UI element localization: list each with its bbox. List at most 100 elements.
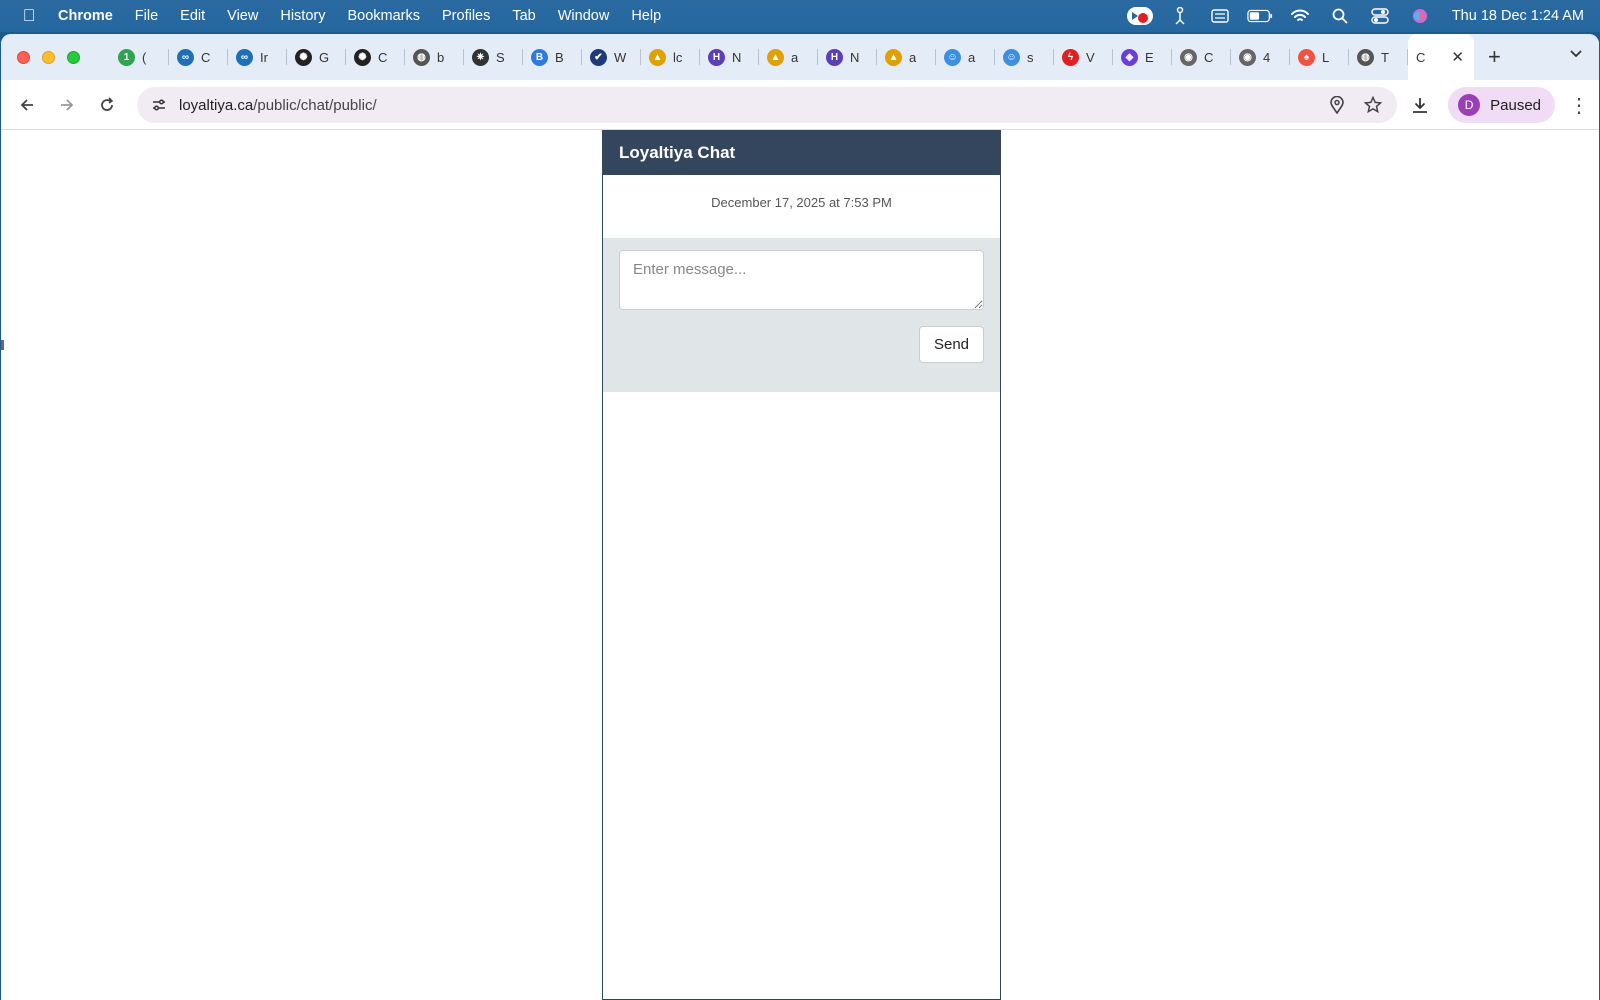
reload-button[interactable] bbox=[93, 91, 121, 119]
download-icon[interactable] bbox=[1406, 91, 1434, 119]
page-content: Loyaltiya Chat December 17, 2025 at 7:53… bbox=[1, 130, 1599, 1000]
tab-title: S bbox=[496, 49, 505, 65]
menu-tab[interactable]: Tab bbox=[512, 8, 535, 24]
tab-0[interactable]: 1( bbox=[110, 34, 169, 80]
tab-title: V bbox=[1086, 49, 1095, 65]
url-text[interactable]: loyaltiya.ca/public/chat/public/ bbox=[179, 97, 377, 114]
tab-10[interactable]: HN bbox=[700, 34, 759, 80]
tab-11[interactable]: ▲ a bbox=[759, 34, 818, 80]
globe-icon: ◍ bbox=[1357, 48, 1374, 66]
apple-icon[interactable]:  bbox=[0, 6, 58, 26]
chat-title: Loyaltiya Chat bbox=[619, 142, 736, 162]
menu-help[interactable]: Help bbox=[631, 8, 661, 24]
pma-icon: ▲ bbox=[767, 48, 784, 66]
control-center-icon[interactable] bbox=[1367, 7, 1393, 25]
tab-title: G bbox=[319, 49, 330, 65]
new-tab-button[interactable]: + bbox=[1488, 44, 1501, 70]
tab-active[interactable]: C ✕ bbox=[1408, 34, 1474, 80]
window-controls bbox=[17, 50, 92, 64]
gray-ghost-icon: ◉ bbox=[1180, 48, 1197, 66]
record-icon[interactable] bbox=[1126, 7, 1153, 25]
menu-app-name[interactable]: Chrome bbox=[58, 8, 113, 24]
spotlight-search-icon[interactable] bbox=[1327, 7, 1353, 25]
b-icon: B bbox=[531, 48, 548, 66]
tab-title: T bbox=[1381, 49, 1389, 65]
tab-8[interactable]: ✔ W bbox=[582, 34, 641, 80]
clock[interactable]: Thu 18 Dec 1:24 AM bbox=[1452, 8, 1584, 24]
wifi-icon[interactable] bbox=[1287, 7, 1313, 25]
tab-12[interactable]: HN bbox=[818, 34, 877, 80]
location-pin-icon[interactable] bbox=[1325, 93, 1349, 117]
zoom-window-button[interactable] bbox=[67, 50, 80, 64]
tab-title: a bbox=[909, 49, 917, 65]
menu-bookmarks[interactable]: Bookmarks bbox=[347, 8, 420, 24]
red-bolt-icon: ϟ bbox=[1062, 48, 1079, 66]
tab-15[interactable]: ☺ s bbox=[995, 34, 1054, 80]
purple-icon: ◈ bbox=[1121, 48, 1138, 66]
tab-title: ( bbox=[142, 49, 147, 65]
battery-icon[interactable] bbox=[1247, 7, 1273, 25]
accessibility-icon[interactable] bbox=[1167, 7, 1193, 25]
tab-5[interactable]: ◍ b bbox=[405, 34, 464, 80]
green-number-icon: 1 bbox=[118, 48, 135, 66]
globe-icon: ◍ bbox=[413, 48, 430, 66]
tab-title: lc bbox=[673, 49, 683, 65]
avatar: D bbox=[1458, 94, 1481, 116]
tab-2[interactable]: ∞ Ir bbox=[228, 34, 287, 80]
close-window-button[interactable] bbox=[17, 50, 30, 64]
blue-circle-icon: ∞ bbox=[236, 48, 253, 66]
tab-7[interactable]: BB bbox=[523, 34, 582, 80]
menu-window[interactable]: Window bbox=[558, 8, 610, 24]
menu-history[interactable]: History bbox=[280, 8, 325, 24]
menu-profiles[interactable]: Profiles bbox=[442, 8, 490, 24]
tab-title: C bbox=[1204, 49, 1214, 65]
message-composer: Send bbox=[603, 238, 1000, 392]
profile-button[interactable]: D Paused bbox=[1448, 87, 1555, 123]
siri-icon[interactable] bbox=[1407, 7, 1433, 25]
tab-6[interactable]: ✷ S bbox=[464, 34, 523, 80]
menu-view[interactable]: View bbox=[227, 8, 258, 24]
tab-17[interactable]: ◈ E bbox=[1113, 34, 1172, 80]
tab-16[interactable]: ϟV bbox=[1054, 34, 1113, 80]
tab-title: a bbox=[791, 49, 799, 65]
message-input[interactable] bbox=[619, 250, 984, 310]
pma-icon: ▲ bbox=[885, 48, 902, 66]
gray-ghost-icon: ◉ bbox=[1239, 48, 1256, 66]
window-edge-marker bbox=[1, 340, 4, 350]
tab-3[interactable]: ✺ G bbox=[287, 34, 346, 80]
h-icon: H bbox=[826, 48, 843, 66]
send-button[interactable]: Send bbox=[919, 326, 984, 363]
laravel-icon: ♠ bbox=[1298, 48, 1315, 66]
tab-13[interactable]: ▲ a bbox=[877, 34, 936, 80]
tab-title: C bbox=[378, 49, 388, 65]
tab-title: E bbox=[1145, 49, 1154, 65]
tab-18[interactable]: ◉ C bbox=[1172, 34, 1231, 80]
openai-icon: ✺ bbox=[295, 48, 312, 66]
tab-search-chevron-icon[interactable] bbox=[1565, 46, 1587, 68]
tab-20[interactable]: ♠ L bbox=[1290, 34, 1349, 80]
pma-icon: ▲ bbox=[649, 48, 666, 66]
forward-button[interactable] bbox=[53, 91, 81, 119]
address-bar[interactable]: loyaltiya.ca/public/chat/public/ bbox=[137, 87, 1397, 123]
tab-title: s bbox=[1027, 49, 1034, 65]
tab-19[interactable]: ◉ 4 bbox=[1231, 34, 1290, 80]
tab-title: Ir bbox=[260, 49, 268, 65]
menu-file[interactable]: File bbox=[135, 8, 158, 24]
site-info-icon[interactable] bbox=[147, 93, 171, 117]
close-tab-icon[interactable]: ✕ bbox=[1451, 48, 1464, 66]
back-button[interactable] bbox=[13, 91, 41, 119]
message-timestamp: December 17, 2025 at 7:53 PM bbox=[711, 195, 892, 210]
tab-4[interactable]: ✺ C bbox=[346, 34, 405, 80]
tab-1[interactable]: ∞ C bbox=[169, 34, 228, 80]
minimize-window-button[interactable] bbox=[42, 50, 55, 64]
tab-title: N bbox=[850, 49, 860, 65]
menu-edit[interactable]: Edit bbox=[180, 8, 205, 24]
more-menu-icon[interactable]: ⋮ bbox=[1569, 93, 1589, 118]
bookmark-star-icon[interactable] bbox=[1361, 93, 1385, 117]
tab-list: 1(∞ C ∞ Ir ✺ G ✺ C ◍ b ✷ S B B ✔ W ▲ lc H N ▲ a H N ▲ a ☺ a ☺ s ϟ V ◈ E ◉ C… bbox=[110, 34, 1408, 80]
tab-14[interactable]: ☺ a bbox=[936, 34, 995, 80]
keyboard-icon[interactable] bbox=[1207, 7, 1233, 25]
tab-title: 4 bbox=[1263, 49, 1271, 65]
tab-9[interactable]: ▲ lc bbox=[641, 34, 700, 80]
tab-21[interactable]: ◍ T bbox=[1349, 34, 1408, 80]
